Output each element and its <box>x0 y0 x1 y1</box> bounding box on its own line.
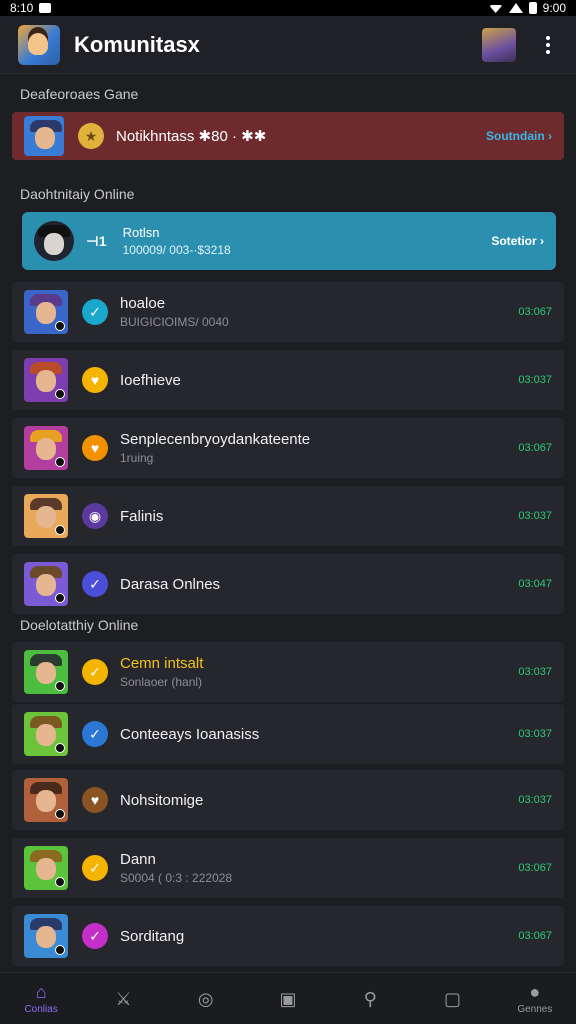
notification-banner[interactable]: ★ Notikhntass ✱80 · ✱✱ Soutndain › <box>12 112 564 160</box>
list-item-time: 03:037 <box>518 728 552 740</box>
wifi-icon <box>488 5 503 13</box>
section-header-games: Deafeoroaes Gane <box>20 86 139 102</box>
status-time: 8:10 <box>10 1 34 15</box>
list-item-time: 03:037 <box>518 794 552 806</box>
avatar <box>24 712 68 756</box>
avatar <box>24 846 68 890</box>
list-item-time: 03:037 <box>518 374 552 386</box>
list-item-title: Conteeays Ioanasiss <box>120 725 260 743</box>
status-badge-icon: ◉ <box>82 503 108 529</box>
notification-action-link[interactable]: Soutndain › <box>486 129 552 143</box>
status-badge-icon: ✓ <box>82 659 108 685</box>
nav-item[interactable]: ▣ <box>258 989 318 1009</box>
online-status-icon: ⊣1 <box>86 232 107 249</box>
list-item-title: hoaloe <box>120 295 166 312</box>
list-item-title: Sorditang <box>120 927 185 945</box>
app-bar: Komunitasx <box>0 16 576 74</box>
list-item[interactable]: ♥ Nohsitomige 03:037 <box>12 770 564 830</box>
avatar <box>24 426 68 470</box>
list-item[interactable]: ✓ Darasa Onlnes 03:047 <box>12 554 564 614</box>
status-bar: 8:10 9:00 <box>0 0 576 16</box>
list-item-title: Senplecenbryoydankateente <box>120 431 311 448</box>
list-item-title: Nohsitomige <box>120 791 204 809</box>
online-card-title: Rotlsn <box>122 225 160 240</box>
bottom-nav: ⌂ Conlias ⚔ ◎ ▣ ⚲ ▢ ● Gennes <box>0 972 576 1024</box>
nav-item[interactable]: ● Gennes <box>505 982 565 1015</box>
search-icon: ⚲ <box>363 988 377 1009</box>
game-logo-icon[interactable] <box>18 24 60 65</box>
home-icon: ⌂ <box>35 982 47 1002</box>
notification-title: Notikhntass ✱80 · ✱✱ <box>116 128 267 145</box>
avatar <box>24 562 68 606</box>
online-highlight-card[interactable]: ⊣1 Rotlsn 100009/ 003-·$3218 Sotetior › <box>22 212 556 270</box>
profile-icon: ● <box>529 982 541 1002</box>
status-badge-icon: ✓ <box>82 571 108 597</box>
list-item-time: 03:067 <box>518 862 552 874</box>
avatar <box>24 116 64 156</box>
section-header-online-2: Doelotatthiy Online <box>20 617 139 633</box>
list-item-subtitle: 1ruing <box>120 451 154 465</box>
online-card-subtitle: 100009/ 003-·$3218 <box>122 243 231 257</box>
list-item-title: Falinis <box>120 507 164 525</box>
avatar <box>24 358 68 402</box>
notification-icon <box>39 3 52 13</box>
avatar <box>24 290 68 334</box>
nav-item[interactable]: ⚲ <box>340 989 400 1009</box>
status-badge-icon: ✓ <box>82 923 108 949</box>
list-item[interactable]: ♥ Ioefhieve 03:037 <box>12 350 564 410</box>
list-item-time: 03:047 <box>518 578 552 590</box>
nav-label: Conlias <box>24 1004 58 1015</box>
signal-icon <box>508 3 523 13</box>
list-item[interactable]: ✓ Conteeays Ioanasiss 03:037 <box>12 704 564 764</box>
chat-icon: ▢ <box>444 988 462 1009</box>
status-badge-icon: ♥ <box>82 435 108 461</box>
list-item-time: 03:067 <box>518 442 552 454</box>
list-item-subtitle: BUIGICIOIMS/ 0040 <box>120 315 229 329</box>
avatar <box>24 914 68 958</box>
list-item-title: Ioefhieve <box>120 371 181 389</box>
status-badge-icon: ♥ <box>82 787 108 813</box>
compass-icon: ◎ <box>197 988 214 1009</box>
list-item-time: 03:067 <box>518 930 552 942</box>
list-item[interactable]: ✓ Cemn intsalt Sonlaoer (hanl) 03:037 <box>12 642 564 702</box>
list-item-time: 03:037 <box>518 510 552 522</box>
battery-icon <box>528 2 537 14</box>
list-item-subtitle: Sonlaoer (hanl) <box>120 675 203 689</box>
swords-icon: ⚔ <box>115 988 132 1009</box>
avatar <box>34 221 74 261</box>
list-item-title: Darasa Onlnes <box>120 575 221 593</box>
list-item[interactable]: ✓ Sorditang 03:067 <box>12 906 564 966</box>
list-item-title: Dann <box>120 851 156 868</box>
status-badge-icon: ✓ <box>82 299 108 325</box>
avatar <box>24 494 68 538</box>
kebab-menu-icon[interactable] <box>538 35 558 54</box>
square-icon: ▣ <box>279 988 297 1009</box>
nav-item[interactable]: ⚔ <box>93 989 153 1009</box>
list-item[interactable]: ◉ Falinis 03:037 <box>12 486 564 546</box>
list-item-time: 03:067 <box>518 306 552 318</box>
status-badge-icon: ✓ <box>82 855 108 881</box>
profile-avatar[interactable] <box>482 27 516 62</box>
list-item-title: Cemn intsalt <box>120 655 204 672</box>
nav-item[interactable]: ◎ <box>176 989 236 1009</box>
list-item-subtitle: S0004 ( 0:3 : 222028 <box>120 871 233 885</box>
nav-item[interactable]: ▢ <box>423 989 483 1009</box>
list-item[interactable]: ♥ Senplecenbryoydankateente 1ruing 03:067 <box>12 418 564 478</box>
list-item[interactable]: ✓ hoaloe BUIGICIOIMS/ 0040 03:067 <box>12 282 564 342</box>
nav-item[interactable]: ⌂ Conlias <box>11 982 71 1015</box>
nav-label: Gennes <box>517 1004 553 1015</box>
app-title: Komunitasx <box>74 31 200 57</box>
list-item-time: 03:037 <box>518 666 552 678</box>
status-badge-icon: ✓ <box>82 721 108 747</box>
section-header-online: Daohtnitaiy Online <box>20 186 135 202</box>
trophy-icon: ★ <box>78 123 104 149</box>
list-item[interactable]: ✓ Dann S0004 ( 0:3 : 222028 03:067 <box>12 838 564 898</box>
avatar <box>24 778 68 822</box>
status-badge-icon: ♥ <box>82 367 108 393</box>
status-clock: 9:00 <box>542 1 566 15</box>
online-card-action-link[interactable]: Sotetior › <box>491 234 544 248</box>
avatar <box>24 650 68 694</box>
